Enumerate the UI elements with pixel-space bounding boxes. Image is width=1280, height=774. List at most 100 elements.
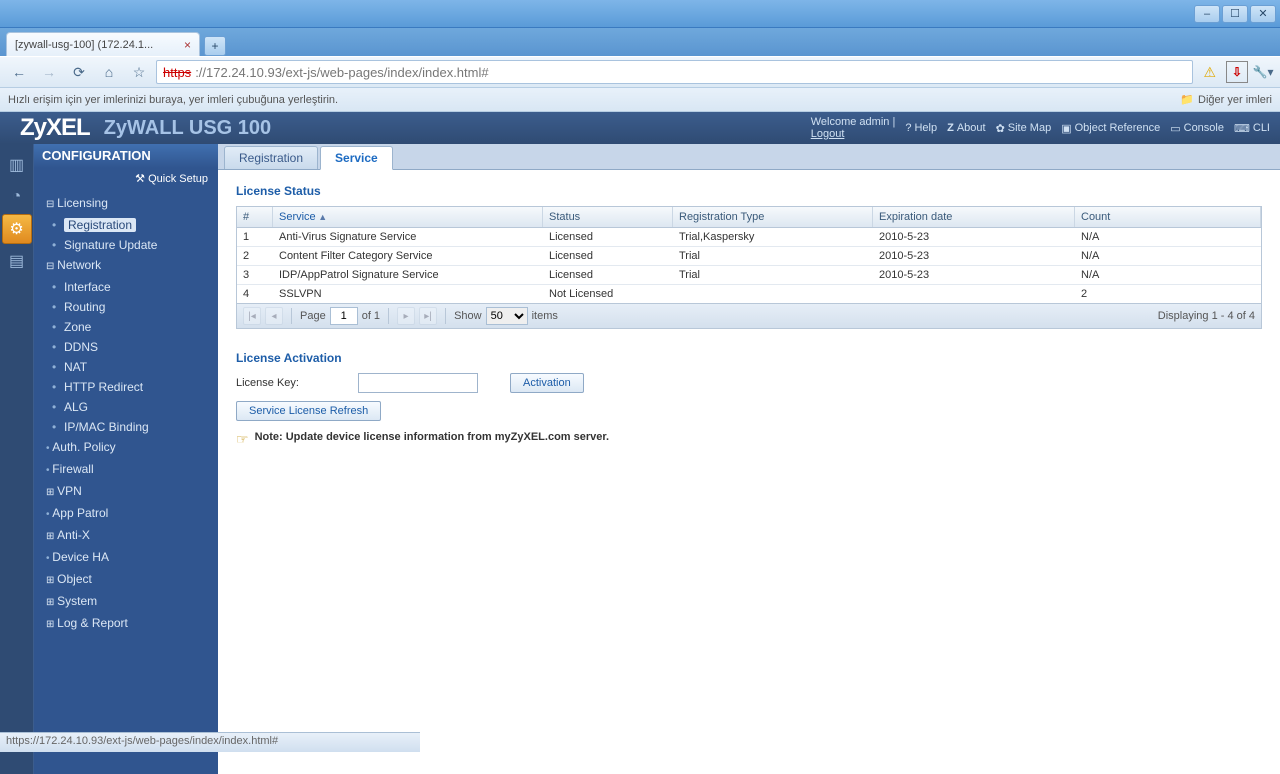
col-count[interactable]: Count xyxy=(1075,207,1261,227)
nav-item-log-report[interactable]: Log & Report xyxy=(34,613,218,635)
last-page-button[interactable]: ▸| xyxy=(419,307,437,325)
window-maximize-button[interactable]: ☐ xyxy=(1222,5,1248,23)
warning-icon[interactable]: ⚠ xyxy=(1203,64,1216,81)
col-service[interactable]: Service xyxy=(273,207,543,227)
page-size-select[interactable]: 50 xyxy=(486,307,528,325)
license-key-input[interactable] xyxy=(358,373,478,393)
items-label: items xyxy=(532,310,558,322)
app-header: ZyXEL ZyWALL USG 100 Welcome admin | Log… xyxy=(0,112,1280,144)
nav-item-network[interactable]: Network xyxy=(34,255,218,277)
nav-item-ip-mac-binding[interactable]: IP/MAC Binding xyxy=(34,417,218,437)
tab-service[interactable]: Service xyxy=(320,146,393,170)
page-of: of 1 xyxy=(362,310,380,322)
cli-link[interactable]: ⌨ CLI xyxy=(1234,122,1270,135)
note-text: Note: Update device license information … xyxy=(255,431,610,443)
monitor-icon[interactable]: ◔ xyxy=(2,182,32,212)
nav-item-routing[interactable]: Routing xyxy=(34,297,218,317)
quick-setup-link[interactable]: Quick Setup xyxy=(34,168,218,193)
browser-tab-title: [zywall-usg-100] (172.24.1... xyxy=(15,39,153,51)
service-license-refresh-button[interactable]: Service License Refresh xyxy=(236,401,381,421)
col-regtype[interactable]: Registration Type xyxy=(673,207,873,227)
nav-item-anti-x[interactable]: Anti-X xyxy=(34,525,218,547)
object-reference-link[interactable]: ▣ Object Reference xyxy=(1061,122,1160,135)
logo: ZyXEL xyxy=(20,114,90,142)
table-row[interactable]: 3IDP/AppPatrol Signature ServiceLicensed… xyxy=(237,266,1261,285)
license-activation-title: License Activation xyxy=(236,351,1262,365)
page-input[interactable] xyxy=(330,307,358,325)
bookmark-star-button[interactable]: ☆ xyxy=(126,60,152,84)
maintenance-icon[interactable]: ▤ xyxy=(2,246,32,276)
col-number[interactable]: # xyxy=(237,207,273,227)
product-name: ZyWALL USG 100 xyxy=(104,117,271,140)
first-page-button[interactable]: |◂ xyxy=(243,307,261,325)
configuration-icon[interactable]: ⚙ xyxy=(2,214,32,244)
nav-item-vpn[interactable]: VPN xyxy=(34,481,218,503)
url-rest: ://172.24.10.93/ext-js/web-pages/index/i… xyxy=(195,65,488,80)
forward-button[interactable]: → xyxy=(36,60,62,84)
left-iconbar: ▥ ◔ ⚙ ▤ xyxy=(0,144,34,774)
url-scheme: https xyxy=(163,65,191,80)
window-titlebar: – ☐ ✕ xyxy=(0,0,1280,28)
activation-button[interactable]: Activation xyxy=(510,373,584,393)
new-tab-button[interactable]: + xyxy=(204,36,226,56)
console-link[interactable]: ▭ Console xyxy=(1170,122,1224,135)
sitemap-link[interactable]: ✿ Site Map xyxy=(996,122,1052,135)
window-close-button[interactable]: ✕ xyxy=(1250,5,1276,23)
page-label: Page xyxy=(300,310,326,322)
license-status-grid: # Service Status Registration Type Expir… xyxy=(236,206,1262,329)
nav-item-nat[interactable]: NAT xyxy=(34,357,218,377)
address-bar[interactable]: https ://172.24.10.93/ext-js/web-pages/in… xyxy=(156,60,1193,84)
back-button[interactable]: ← xyxy=(6,60,32,84)
window-minimize-button[interactable]: – xyxy=(1194,5,1220,23)
nav-item-device-ha[interactable]: Device HA xyxy=(34,547,218,569)
hand-pointer-icon: ☞ xyxy=(236,431,249,448)
col-expiration[interactable]: Expiration date xyxy=(873,207,1075,227)
close-icon[interactable]: × xyxy=(184,38,191,52)
nav-item-alg[interactable]: ALG xyxy=(34,397,218,417)
nav-item-auth-policy[interactable]: Auth. Policy xyxy=(34,437,218,459)
nav-item-registration[interactable]: Registration xyxy=(34,215,218,235)
browser-tabbar: [zywall-usg-100] (172.24.1... × + xyxy=(0,28,1280,56)
prev-page-button[interactable]: ◂ xyxy=(265,307,283,325)
bookmark-bar: Hızlı erişim için yer imlerinizi buraya,… xyxy=(0,88,1280,112)
tab-registration[interactable]: Registration xyxy=(224,146,318,169)
nav-item-signature-update[interactable]: Signature Update xyxy=(34,235,218,255)
sidebar: CONFIGURATION Quick Setup LicensingRegis… xyxy=(34,144,218,774)
nav-item-firewall[interactable]: Firewall xyxy=(34,459,218,481)
home-button[interactable]: ⌂ xyxy=(96,60,122,84)
download-icon[interactable]: ⇩ xyxy=(1226,61,1248,83)
browser-statusbar: https://172.24.10.93/ext-js/web-pages/in… xyxy=(0,732,420,752)
help-link[interactable]: ? Help xyxy=(905,122,937,134)
license-key-label: License Key: xyxy=(236,377,346,389)
sidebar-title: CONFIGURATION xyxy=(34,144,218,168)
grid-header: # Service Status Registration Type Expir… xyxy=(237,207,1261,228)
nav-item-app-patrol[interactable]: App Patrol xyxy=(34,503,218,525)
app-body: ▥ ◔ ⚙ ▤ CONFIGURATION Quick Setup Licens… xyxy=(0,144,1280,774)
welcome-text: Welcome admin | Logout xyxy=(811,116,896,140)
col-status[interactable]: Status xyxy=(543,207,673,227)
next-page-button[interactable]: ▸ xyxy=(397,307,415,325)
table-row[interactable]: 4SSLVPNNot Licensed2 xyxy=(237,285,1261,303)
logout-link[interactable]: Logout xyxy=(811,128,896,140)
nav-item-http-redirect[interactable]: HTTP Redirect xyxy=(34,377,218,397)
nav-item-zone[interactable]: Zone xyxy=(34,317,218,337)
show-label: Show xyxy=(454,310,482,322)
table-row[interactable]: 1Anti-Virus Signature ServiceLicensedTri… xyxy=(237,228,1261,247)
bookmark-hint: Hızlı erişim için yer imlerinizi buraya,… xyxy=(8,94,338,106)
reload-button[interactable]: ⟳ xyxy=(66,60,92,84)
displaying-text: Displaying 1 - 4 of 4 xyxy=(1158,310,1255,322)
dashboard-icon[interactable]: ▥ xyxy=(2,150,32,180)
nav-item-ddns[interactable]: DDNS xyxy=(34,337,218,357)
table-row[interactable]: 2Content Filter Category ServiceLicensed… xyxy=(237,247,1261,266)
nav-item-system[interactable]: System xyxy=(34,591,218,613)
grid-paging-toolbar: |◂ ◂ Page of 1 ▸ ▸| Show 50 items Displa… xyxy=(237,303,1261,328)
browser-tab[interactable]: [zywall-usg-100] (172.24.1... × xyxy=(6,32,200,56)
about-link[interactable]: Z About xyxy=(947,122,985,134)
nav-item-object[interactable]: Object xyxy=(34,569,218,591)
other-bookmarks[interactable]: 📁 Diğer yer imleri xyxy=(1180,93,1272,106)
settings-wrench-icon[interactable]: 🔧▾ xyxy=(1252,61,1274,83)
content-area: Registration Service License Status # Se… xyxy=(218,144,1280,774)
nav-item-licensing[interactable]: Licensing xyxy=(34,193,218,215)
content-tabs: Registration Service xyxy=(218,144,1280,170)
nav-item-interface[interactable]: Interface xyxy=(34,277,218,297)
